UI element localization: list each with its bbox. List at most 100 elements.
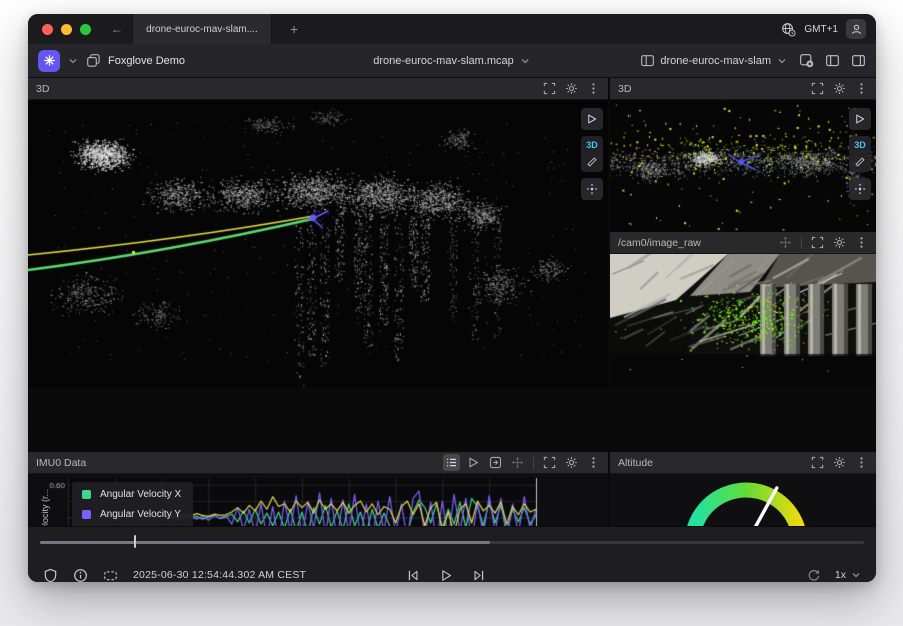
left-sidebar-toggle-button[interactable] [825,53,840,68]
settings-icon[interactable] [833,82,846,95]
select-tool-button[interactable] [849,108,871,130]
panel-title: /cam0/image_raw [618,237,701,249]
panel-header[interactable]: IMU0 Data [28,452,608,474]
legend-item[interactable]: Angular Velocity Y [82,509,181,520]
camera-orbit-button[interactable] [581,178,603,200]
panel-menu-icon[interactable] [855,82,868,95]
window-tab[interactable]: drone-euroc-mav-slam.... [132,14,272,44]
orbit-icon [854,183,866,195]
pan-tool-icon[interactable] [779,236,792,249]
speed-label: 1x [835,569,846,581]
add-panel-button[interactable] [799,53,814,68]
new-tab-button[interactable]: + [284,14,304,44]
maximize-window-button[interactable] [80,24,91,35]
data-source-selector[interactable]: drone-euroc-mav-slam.mcap [373,55,531,67]
panel-title: 3D [618,83,631,95]
fullscreen-icon[interactable] [543,456,556,469]
playback-speed-select[interactable]: 1x [835,569,862,581]
data-source-label: drone-euroc-mav-slam.mcap [373,55,514,67]
playhead-marker[interactable] [134,535,136,548]
pointcloud-viewport[interactable] [610,100,876,232]
pan-tool-icon[interactable] [511,456,524,469]
minimize-window-button[interactable] [61,24,72,35]
orbit-icon [586,183,598,195]
loop-selection-button[interactable] [103,568,118,583]
layout-name-label: drone-euroc-mav-slam [660,55,771,67]
play-button[interactable] [439,568,454,583]
view-tools-group: 3D [849,136,871,172]
org-name-label[interactable]: Foxglove Demo [108,55,185,67]
app-toolbar: Foxglove Demo drone-euroc-mav-slam.mcap … [28,44,876,78]
legend-toggle-button[interactable] [443,454,460,471]
legend-item[interactable]: Angular Velocity X [82,489,181,500]
fullscreen-icon[interactable] [811,82,824,95]
settings-icon[interactable] [565,82,578,95]
fullscreen-icon[interactable] [811,236,824,249]
panel-menu-icon[interactable] [587,82,600,95]
timeline-scrubber[interactable] [40,540,864,546]
settings-icon[interactable] [833,456,846,469]
series-label: Angular Velocity X [100,489,181,500]
panel-camera-image: /cam0/image_raw [610,232,876,388]
pointcloud-viewport[interactable] [28,100,608,388]
chevron-down-icon [776,55,788,67]
playback-timestamp[interactable]: 2025-06-30 12:54:44.302 AM CEST [133,569,306,581]
fullscreen-icon[interactable] [811,456,824,469]
select-tool-button[interactable] [581,108,603,130]
timezone-label[interactable]: GMT+1 [804,24,838,35]
divider [801,237,802,249]
layout-icon [640,53,655,68]
back-button[interactable]: ← [105,14,129,44]
tab-title: drone-euroc-mav-slam.... [146,24,258,35]
close-window-button[interactable] [42,24,53,35]
window-titlebar: ← → drone-euroc-mav-slam.... + GMT+1 [28,14,876,44]
right-sidebar-toggle-button[interactable] [851,53,866,68]
series-swatch [82,490,91,499]
seek-start-button[interactable] [406,568,421,583]
panel-3d-main: 3D 3D [28,78,608,388]
panel-title: IMU0 Data [36,457,86,469]
data-integrity-shield-button[interactable] [43,568,58,583]
panel-header[interactable]: Altitude [610,452,876,474]
panel-menu-icon[interactable] [855,236,868,249]
chevron-down-icon [519,55,531,67]
fullscreen-icon[interactable] [543,82,556,95]
measure-tool-icon[interactable] [586,156,598,168]
panel-3d-mini: 3D 3D [610,78,876,232]
settings-icon[interactable] [565,456,578,469]
cursor-icon [854,113,866,125]
app-logo-button[interactable] [38,50,60,72]
timezone-globe-icon [781,22,796,37]
org-icon [86,53,101,68]
layout-selector[interactable]: drone-euroc-mav-slam [640,53,788,68]
panel-title: 3D [36,83,49,95]
playback-info-button[interactable] [73,568,88,583]
panel-header[interactable]: 3D [610,78,876,100]
cursor-icon [586,113,598,125]
person-icon [850,23,863,36]
view-mode-3d-button[interactable]: 3D [854,140,866,150]
panel-header[interactable]: /cam0/image_raw [610,232,876,254]
panel-header[interactable]: 3D [28,78,608,100]
hover-tooltip-button[interactable] [467,456,480,469]
timeline-track[interactable] [40,541,864,544]
panel-title: Altitude [618,457,653,469]
sync-view-button[interactable] [489,456,502,469]
app-menu-chevron-icon[interactable] [67,55,79,67]
divider [533,457,534,469]
view-mode-3d-button[interactable]: 3D [586,140,598,150]
view-tools-group: 3D [581,136,603,172]
measure-tool-icon[interactable] [854,156,866,168]
camera-orbit-button[interactable] [849,178,871,200]
playback-bar: 2025-06-30 12:54:44.302 AM CEST 1x [28,526,876,582]
user-avatar-button[interactable] [846,19,866,39]
seek-end-button[interactable] [472,568,487,583]
repeat-button[interactable] [806,568,821,583]
camera-image-viewport[interactable] [610,254,876,388]
panel-menu-icon[interactable] [587,456,600,469]
desktop-background: ← → drone-euroc-mav-slam.... + GMT+1 Fox… [0,0,903,626]
panel-menu-icon[interactable] [855,456,868,469]
timeline-loaded-segment [40,541,490,544]
chevron-down-icon [850,569,862,581]
settings-icon[interactable] [833,236,846,249]
